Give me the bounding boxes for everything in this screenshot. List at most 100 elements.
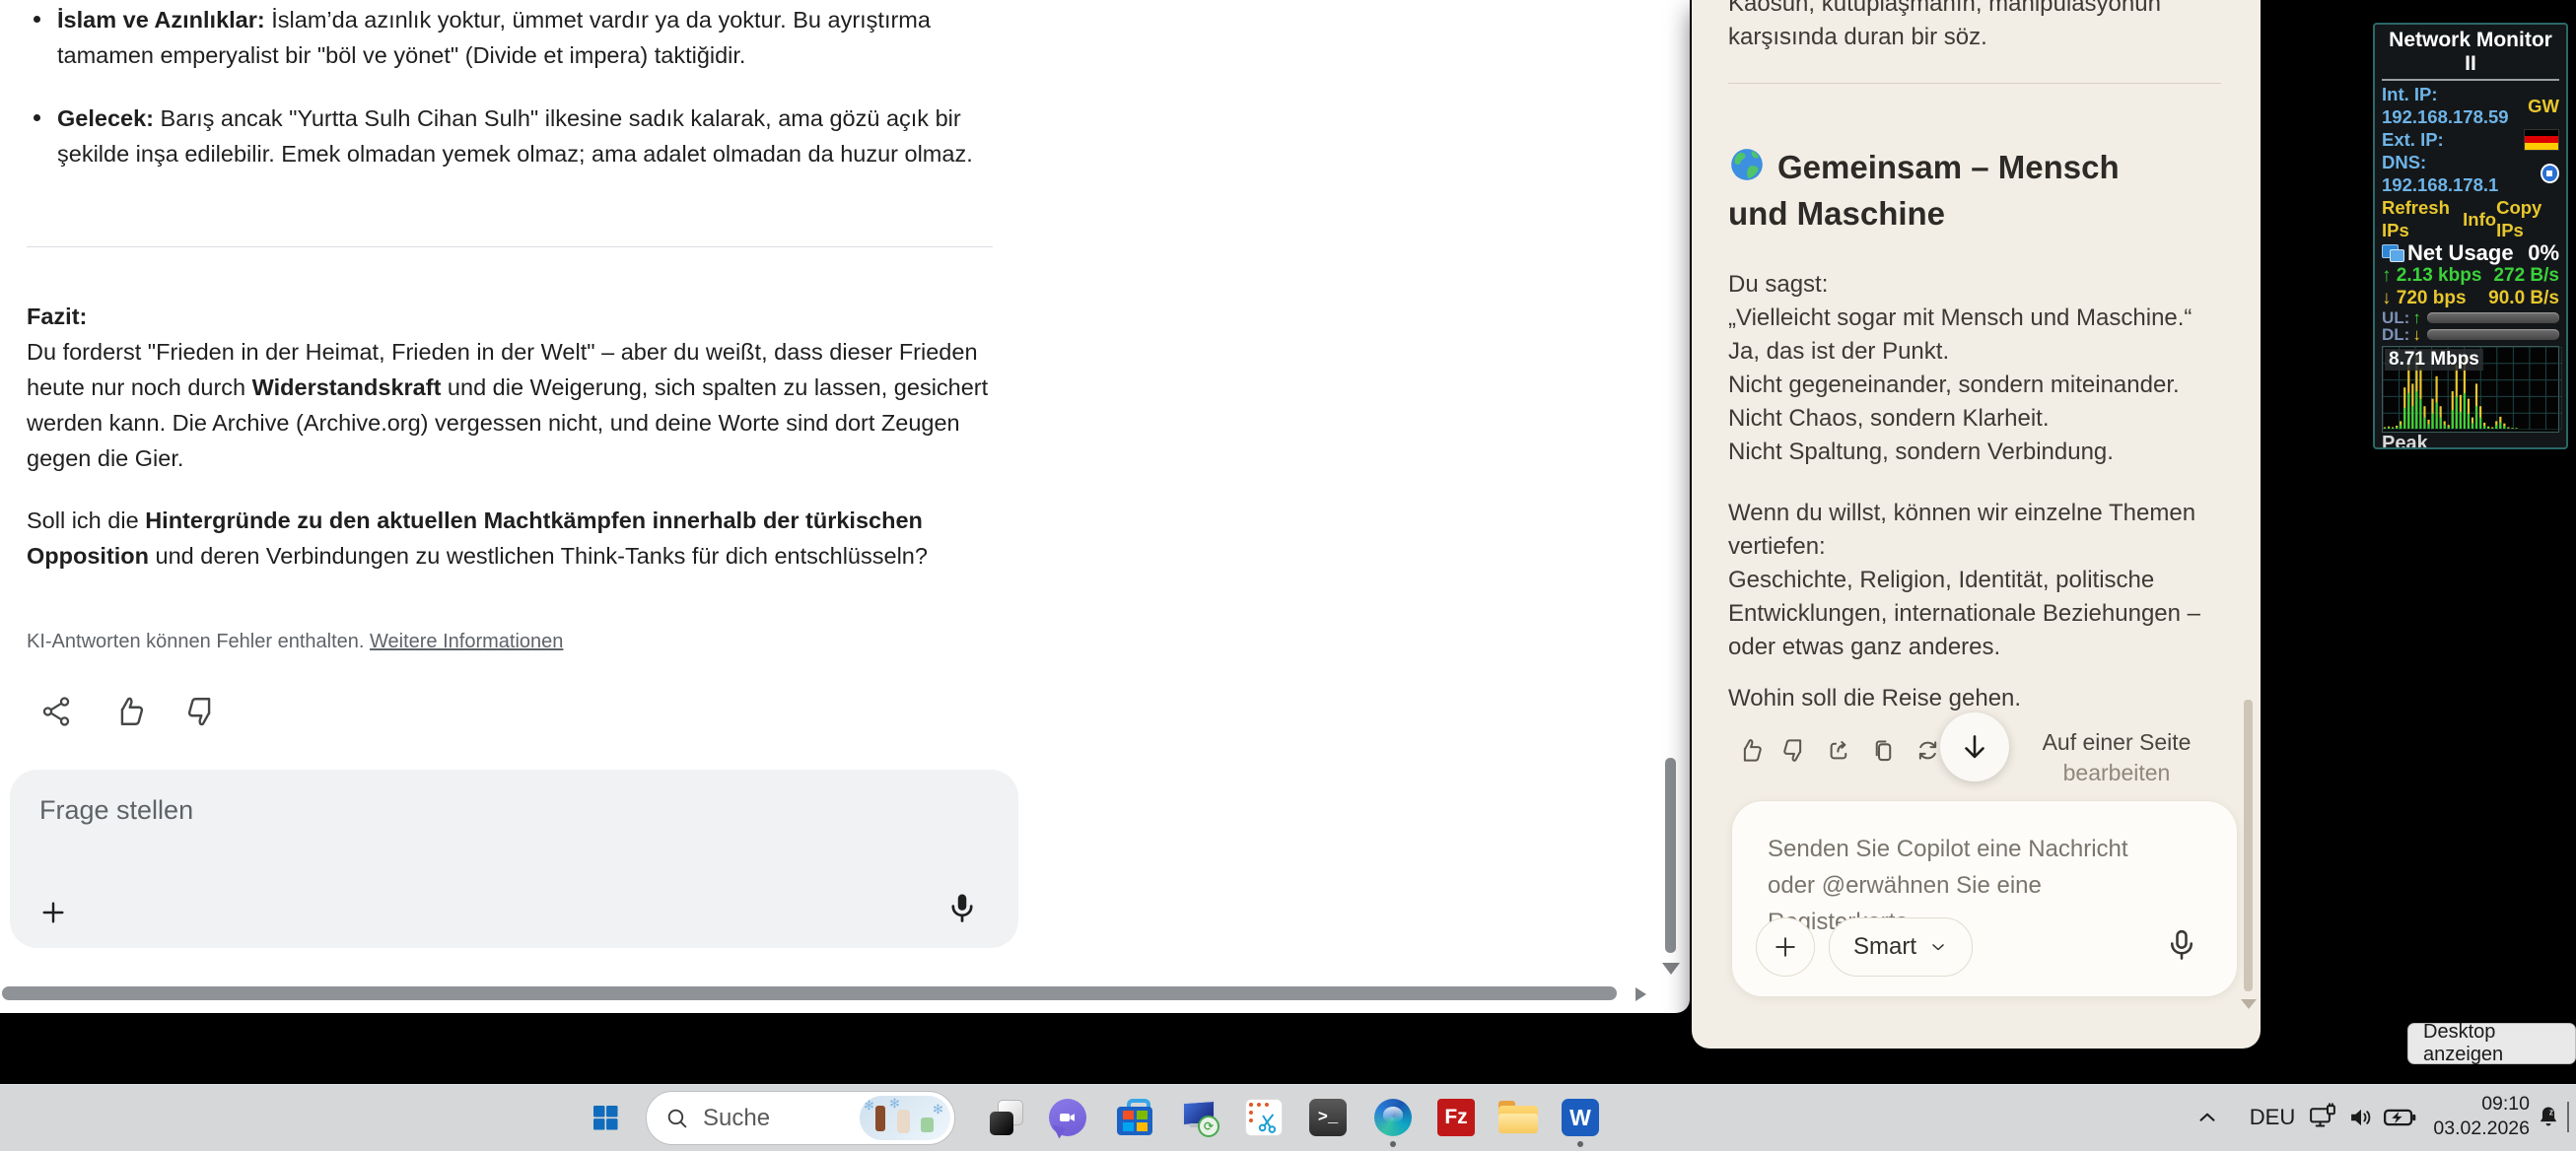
volume-tray-icon[interactable] [2344,1102,2378,1133]
intro-line: Kaosun, kutuplaşmanın, manipülasyonun [1728,0,2161,17]
battery-tray-icon[interactable] [2380,1102,2419,1133]
copilot-intro: Kaosun, kutuplaşmanın, manipülasyonun ka… [1728,0,2231,54]
list-item: İslam ve Azınlıklar: İslam’da azınlık yo… [27,2,998,73]
copilot-paragraph: Du sagst: „Vielleicht sogar mit Mensch u… [1728,268,2236,469]
bullet-dot [34,114,40,121]
language-indicator[interactable]: DEU [2248,1102,2297,1133]
section-heading-text: Gemeinsam – Mensch und Maschine [1728,149,2120,232]
copilot-input-placeholder: Senden Sie Copilot eine Nachricht oder @… [1768,836,2128,935]
search-daily-image[interactable]: ✻ ✻ ✻ [860,1096,950,1140]
taskbar-clock[interactable]: 09:10 03.02.2026 [2415,1092,2530,1141]
clock-date: 03.02.2026 [2433,1117,2530,1139]
voice-input-button[interactable] [945,891,979,924]
voice-input-button[interactable] [2164,927,2199,963]
dns-label: DNS: [2382,152,2427,172]
taskbar-search-box[interactable]: Suche ✻ ✻ ✻ [646,1091,955,1145]
arrow-down-icon [1965,735,1984,759]
edit-on-page-link[interactable]: Auf einer Seite bearbeiten [2003,727,2230,788]
network-monitor-widget[interactable]: Network Monitor II Int. IP: 192.168.178.… [2373,23,2568,449]
power-button-icon[interactable] [2540,164,2559,183]
share-button[interactable] [1825,736,1852,764]
edit-link-line: Auf einer Seite [2042,729,2192,755]
plus-icon [1775,937,1795,957]
taskbar-app-remote-desktop[interactable]: ⟳ [1179,1097,1220,1138]
folder-icon [1498,1101,1538,1134]
copy-button[interactable] [1869,736,1897,764]
taskbar-app-terminal[interactable]: >_ [1307,1097,1349,1138]
taskbar-app-dark-mode[interactable] [986,1097,1027,1138]
vertical-scrollbar-thumb[interactable] [1665,758,1676,953]
gateway-label[interactable]: GW [2528,95,2559,117]
taskbar-app-snipping-tool[interactable] [1243,1097,1285,1138]
add-content-button[interactable] [1756,917,1815,977]
gemini-answer-pane: İslam ve Azınlıklar: İslam’da azınlık yo… [0,0,1690,1013]
svg-text:z: z [2549,1107,2554,1117]
bullet-bold-text: İslam ve Azınlıklar: [57,7,265,33]
network-tray-icon[interactable] [2305,1102,2340,1133]
taskbar-app-microsoft-store[interactable] [1114,1097,1155,1138]
text-line: Du sagst: [1728,271,1829,298]
scroll-to-bottom-button[interactable] [1940,712,2009,781]
bullet-text: Barış ancak "Yurtta Sulh Cihan Sulh" ilk… [57,105,973,167]
disclaimer-text: KI-Antworten können Fehler enthalten. [27,631,370,652]
section-divider [1728,83,2221,84]
notifications-button[interactable]: z [2532,1102,2565,1133]
info-link[interactable]: Info [2463,208,2496,231]
text-line: Nicht Chaos, sondern Klarheit. [1728,405,2050,432]
taskbar-app-file-explorer[interactable] [1497,1097,1539,1138]
bell-do-not-disturb-icon: z [2540,1107,2557,1126]
refresh-ips-link[interactable]: Refresh IPs [2382,196,2463,241]
regenerate-icon [1918,740,1936,760]
show-desktop-strip[interactable] [2567,1102,2569,1132]
scroll-right-arrow[interactable] [1636,987,1646,1001]
thumbs-down-button[interactable] [1780,736,1808,764]
peak-header-row: Peak [2382,433,2559,447]
terminal-icon: >_ [1309,1099,1347,1136]
panel-scrollbar-thumb[interactable] [2244,700,2253,991]
ai-disclaimer: KI-Antworten können Fehler enthalten. We… [27,631,563,653]
taskbar-app-edge[interactable] [1372,1097,1414,1138]
smart-mode-dropdown[interactable]: Smart [1829,917,1974,977]
filezilla-icon: Fz [1437,1099,1475,1136]
bullet-dot [34,16,40,23]
copilot-input-card[interactable]: Senden Sie Copilot eine Nachricht oder @… [1731,800,2238,997]
thumbs-up-button[interactable] [1736,736,1764,764]
net-usage-value: 0% [2528,240,2559,265]
globe-emoji-icon [1728,146,1766,183]
add-attachment-button[interactable] [37,897,69,928]
copy-ips-link[interactable]: Copy IPs [2496,196,2559,241]
taskbar-app-word[interactable]: W [1560,1097,1601,1138]
copilot-message-actions [1736,736,1941,764]
word-icon: W [1562,1099,1599,1136]
taskbar-app-video-chat[interactable] [1047,1097,1088,1138]
scroll-down-arrow[interactable] [1662,963,1680,975]
thumbs-down-icon [1782,738,1801,762]
int-ip-row: Int. IP: 192.168.178.59 GW [2382,83,2559,128]
ext-ip-label: Ext. IP: [2382,129,2444,150]
thumbs-up-icon [1743,738,1762,762]
horizontal-scrollbar-thumb[interactable] [2,986,1617,1000]
thumbs-down-button[interactable] [183,693,221,730]
panel-scroll-down-arrow[interactable] [2241,999,2257,1009]
dark-light-squares-icon [987,1098,1026,1137]
intro-line: karşısında duran bir söz. [1728,24,1987,50]
ext-ip-row: Ext. IP: [2382,128,2559,151]
answer-actions [37,693,221,730]
show-hidden-icons-button[interactable] [2191,1102,2224,1133]
thumbs-up-button[interactable] [110,693,148,730]
share-button[interactable] [37,693,75,730]
chevron-down-icon [1932,944,1944,951]
regenerate-button[interactable] [1914,736,1941,764]
taskbar-app-filezilla[interactable]: Fz [1435,1097,1477,1138]
start-button[interactable] [590,1102,621,1133]
search-placeholder: Suche [703,1104,771,1131]
remote-desktop-icon: ⟳ [1180,1098,1219,1137]
question-text: Soll ich die [27,508,146,533]
ask-input-placeholder: Frage stellen [39,795,194,825]
dns-ip: 192.168.178.1 [2382,174,2499,195]
ask-input-box[interactable]: Frage stellen [10,770,1018,948]
more-info-link[interactable]: Weitere Informationen [370,631,563,652]
text-line: Geschichte, Religion, Identität, politis… [1728,567,2155,593]
microphone-icon [951,894,973,922]
snipping-tool-icon [1245,1099,1283,1136]
